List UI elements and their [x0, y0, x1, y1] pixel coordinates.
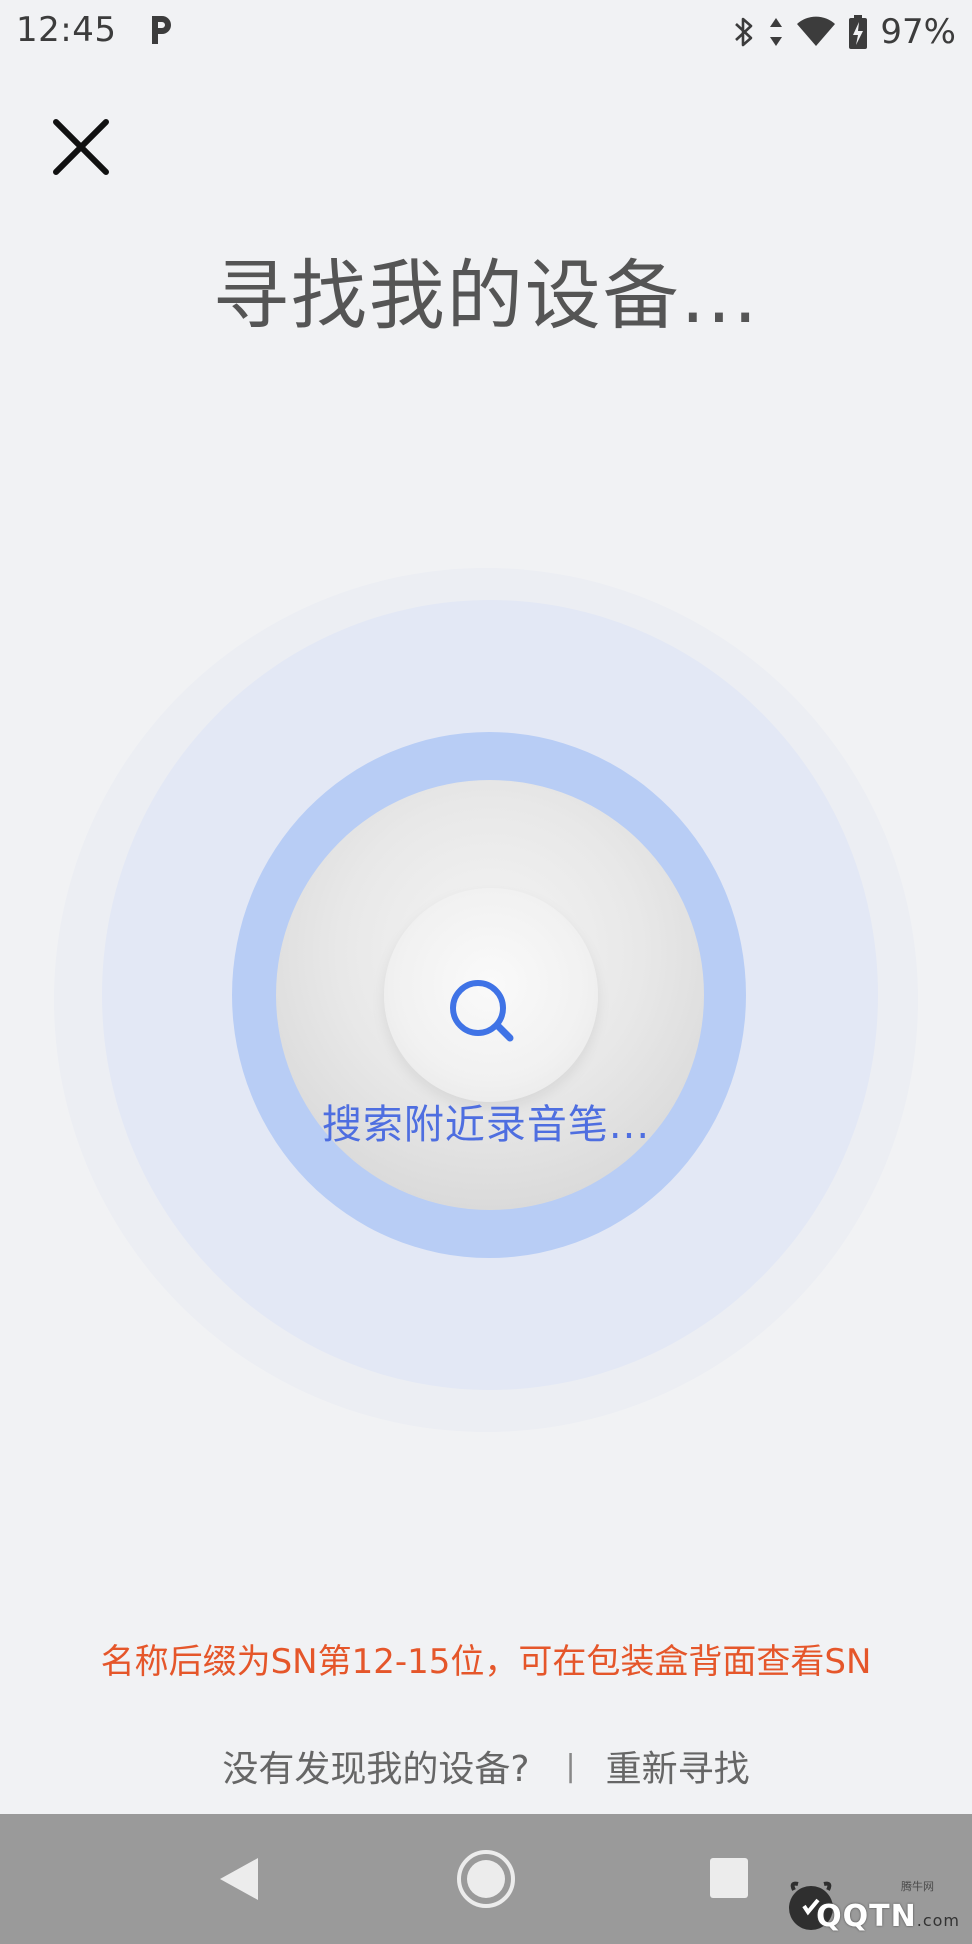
link-divider: | — [565, 1748, 576, 1784]
bottom-links: 没有发现我的设备? | 重新寻找 — [0, 1740, 972, 1792]
search-icon — [450, 980, 514, 1042]
radar-ring-disc — [276, 780, 704, 1210]
watermark-brand: QQTN — [816, 1899, 917, 1934]
radar-ring-middle — [102, 600, 878, 1390]
radar-center — [384, 888, 598, 1102]
sn-hint-text: 名称后缀为SN第12-15位，可在包装盒背面查看SN — [100, 1642, 872, 1682]
screen: 12:45 97% 寻找我的设备... 搜索附近录音笔... 名称后缀为SN第1… — [0, 0, 972, 1944]
battery-charging-icon — [849, 15, 868, 49]
recents-icon[interactable] — [708, 1856, 750, 1900]
back-icon[interactable] — [216, 1854, 262, 1904]
status-icons: 97% — [732, 10, 956, 54]
bluetooth-icon — [735, 17, 753, 47]
radar-ring-outer — [54, 568, 918, 1432]
status-bar: 12:45 97% — [0, 0, 972, 66]
page-title: 寻找我的设备... — [212, 251, 760, 340]
status-time: 12:45 — [16, 10, 117, 50]
radar-ring-pulse — [232, 732, 746, 1258]
watermark: 腾牛网 QQTN.com — [776, 1876, 964, 1936]
watermark-subtitle: 腾牛网 — [901, 1880, 934, 1893]
search-again-link[interactable]: 重新寻找 — [606, 1740, 750, 1792]
close-icon[interactable] — [50, 116, 112, 178]
wifi-icon — [797, 16, 836, 46]
battery-percent: 97% — [880, 12, 956, 52]
searching-status-text: 搜索附近录音笔... — [321, 1102, 651, 1148]
data-arrows-icon — [770, 18, 783, 46]
home-icon[interactable] — [456, 1849, 516, 1909]
device-not-found-link[interactable]: 没有发现我的设备? — [222, 1740, 529, 1792]
watermark-suffix: .com — [916, 1911, 960, 1930]
parking-p-icon — [152, 16, 171, 44]
system-nav-bar: 腾牛网 QQTN.com — [0, 1814, 972, 1944]
watermark-text: QQTN.com — [816, 1899, 960, 1934]
